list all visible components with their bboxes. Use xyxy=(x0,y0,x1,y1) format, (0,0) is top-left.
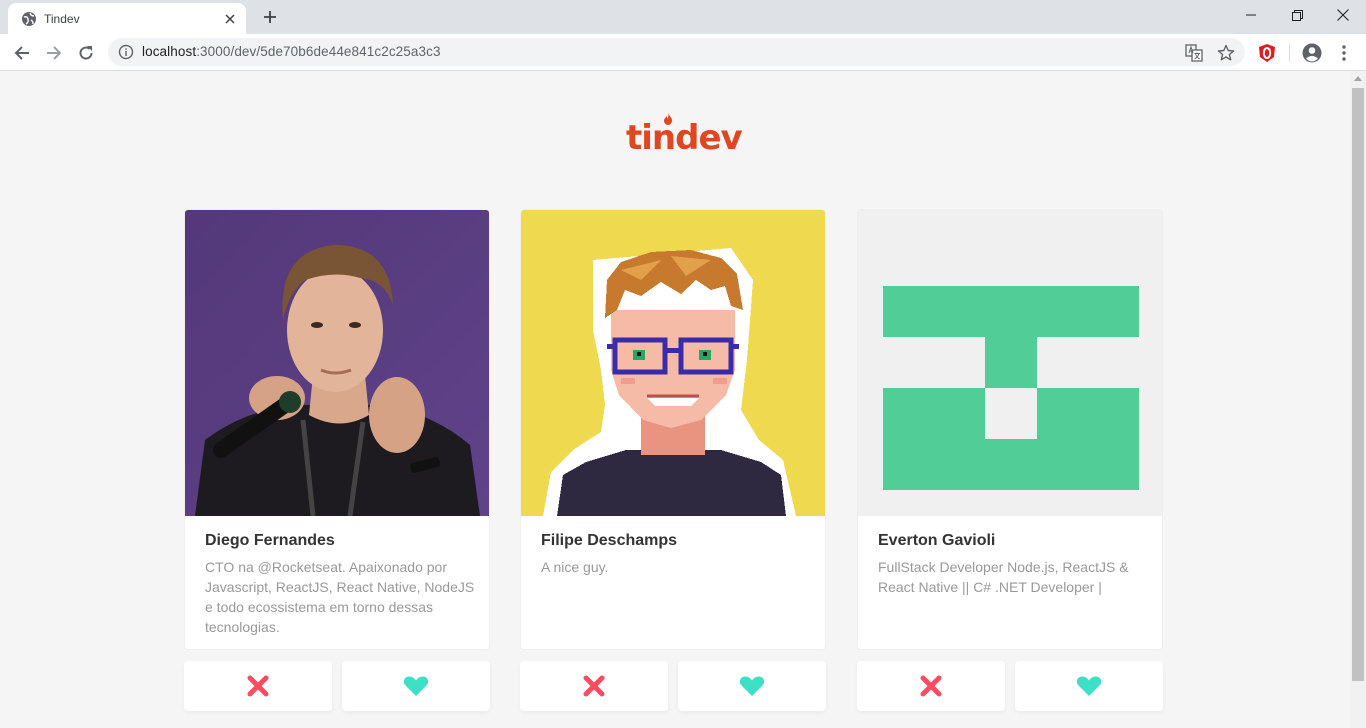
back-button[interactable] xyxy=(8,39,36,67)
user-name: Filipe Deschamps xyxy=(541,532,678,549)
scrollbar-thumb[interactable] xyxy=(1352,88,1364,681)
menu-kebab-icon[interactable] xyxy=(1334,43,1354,63)
address-bar[interactable]: localhost:3000/dev/5de70b6de44e841c2c25a… xyxy=(108,38,1245,66)
dislike-x-icon xyxy=(247,675,269,697)
dislike-x-icon xyxy=(583,675,605,697)
translate-icon[interactable] xyxy=(1185,44,1203,62)
browser-tab[interactable]: Tindev xyxy=(8,3,246,34)
scroll-up-arrow-icon[interactable] xyxy=(1354,76,1362,81)
dislike-button[interactable] xyxy=(520,661,668,711)
browser-toolbar: localhost:3000/dev/5de70b6de44e841c2c25a… xyxy=(0,34,1366,71)
flame-icon xyxy=(664,113,672,125)
vertical-scrollbar[interactable] xyxy=(1350,71,1366,728)
user-bio: CTO na @Rocketseat. Apaixonado por Javas… xyxy=(205,559,475,635)
avatar xyxy=(521,210,825,516)
bookmark-star-icon[interactable] xyxy=(1217,44,1235,62)
reload-button[interactable] xyxy=(72,39,100,67)
url-text: localhost:3000/dev/5de70b6de44e841c2c25a… xyxy=(142,44,441,59)
minimize-button[interactable] xyxy=(1228,0,1274,30)
page-viewport: tindev Diego Fernandes CTO na @Rocketsea… xyxy=(0,71,1350,728)
toolbar-divider xyxy=(1289,44,1290,62)
tindev-logo[interactable]: tindev xyxy=(624,113,743,158)
user-name: Diego Fernandes xyxy=(205,532,335,549)
like-heart-icon xyxy=(1076,676,1102,696)
globe-icon xyxy=(21,11,37,27)
user-card: Diego Fernandes CTO na @Rocketseat. Apai… xyxy=(184,209,490,650)
tab-title: Tindev xyxy=(44,11,80,26)
dislike-x-icon xyxy=(920,675,942,697)
dislike-button[interactable] xyxy=(184,661,332,711)
user-card: Everton Gavioli FullStack Developer Node… xyxy=(857,209,1163,650)
user-bio: A nice guy. xyxy=(541,559,609,575)
opera-extension-icon[interactable] xyxy=(1257,43,1277,63)
like-button[interactable] xyxy=(1015,661,1163,711)
user-card: Filipe Deschamps A nice guy. xyxy=(520,209,826,650)
user-bio: FullStack Developer Node.js, ReactJS & R… xyxy=(878,559,1129,595)
new-tab-button[interactable] xyxy=(258,7,282,27)
logo-text: tindev xyxy=(626,118,743,158)
forward-button[interactable] xyxy=(40,39,68,67)
user-name: Everton Gavioli xyxy=(878,532,996,549)
close-window-button[interactable] xyxy=(1320,0,1366,30)
tab-close-icon[interactable] xyxy=(222,11,238,27)
like-button[interactable] xyxy=(678,661,826,711)
like-heart-icon xyxy=(739,676,765,696)
like-heart-icon xyxy=(403,676,429,696)
info-icon[interactable] xyxy=(118,44,134,60)
tab-strip: Tindev xyxy=(0,0,1366,34)
dislike-button[interactable] xyxy=(857,661,1005,711)
like-button[interactable] xyxy=(342,661,490,711)
profile-avatar-icon[interactable] xyxy=(1302,43,1322,63)
restore-button[interactable] xyxy=(1274,0,1320,30)
avatar xyxy=(185,210,489,516)
avatar xyxy=(858,210,1162,516)
